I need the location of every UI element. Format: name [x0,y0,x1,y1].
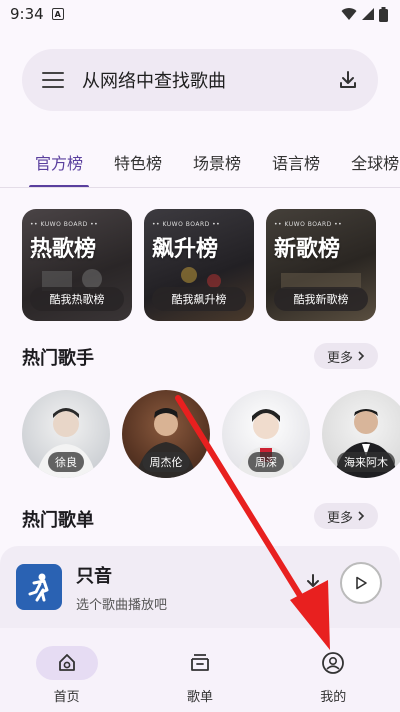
singer-name: 周杰伦 [142,452,190,472]
singer-avatar[interactable]: 海来阿木 [322,390,400,478]
singer-avatar[interactable]: 周杰伦 [122,390,210,478]
app-logo-icon [28,573,49,602]
tab-scene[interactable]: 场景榜 [193,140,241,187]
home-icon [58,654,75,671]
play-icon [356,576,367,590]
chart-brand: •• KUWO BOARD •• [30,221,99,228]
nav-icon-wrap [35,646,98,680]
singer-avatar[interactable]: 徐良 [22,390,110,478]
singer-name: 徐良 [48,452,84,472]
chart-card-new[interactable]: •• KUWO BOARD •• 新歌榜 酷我新歌榜 [266,209,376,321]
chart-title: 飙升榜 [152,237,219,262]
download-icon[interactable] [336,68,360,92]
chart-brand: •• KUWO BOARD •• [152,221,221,228]
singer-avatar[interactable]: 周深 [222,390,310,478]
nav-home[interactable]: 首页 [22,646,112,705]
nav-label: 首页 [53,690,80,705]
nav-label: 歌单 [186,690,213,705]
player-hint: 选个歌曲播放吧 [76,597,168,613]
play-button[interactable] [340,562,382,604]
singer-name: 周深 [248,452,284,472]
nav-icon-wrap [169,646,231,680]
player-cover [16,564,62,610]
chart-title: 新歌榜 [274,237,341,262]
chevron-right-icon [358,511,365,521]
tab-official[interactable]: 官方榜 [28,140,90,187]
chart-card-hot[interactable]: •• KUWO BOARD •• 热歌榜 酷我热歌榜 [22,209,132,321]
nav-label: 我的 [320,690,347,705]
chart-card-rising[interactable]: •• KUWO BOARD •• 飙升榜 酷我飙升榜 [144,209,254,321]
chart-open-button[interactable]: 酷我新歌榜 [274,287,368,311]
nav-icon-wrap [302,646,364,680]
bottom-navigation: 首页 歌单 我的 [0,628,400,712]
wifi-icon [341,8,357,20]
hot-playlists-title: 热门歌单 [22,510,94,531]
chart-open-button[interactable]: 酷我飙升榜 [152,287,246,311]
download-icon[interactable] [302,572,324,594]
profile-icon [322,652,345,674]
chevron-right-icon [358,351,365,361]
more-label: 更多 [326,510,353,526]
chart-title: 热歌榜 [30,237,97,262]
singer-name: 海来阿木 [337,452,395,472]
tab-featured[interactable]: 特色榜 [114,140,162,187]
chart-brand: •• KUWO BOARD •• [274,221,343,228]
signal-icon [362,8,374,20]
player-song-title: 只音 [76,565,112,587]
more-label: 更多 [326,350,353,366]
nav-playlist[interactable]: 歌单 [155,646,245,705]
tab-language[interactable]: 语言榜 [272,140,320,187]
system-icons [341,6,388,22]
chart-cards: •• KUWO BOARD •• 热歌榜 酷我热歌榜 •• KUWO BOARD… [22,209,400,321]
hot-singers-list: 徐良 周杰伦 周深 海来阿木 [22,390,400,490]
status-time: 9:34 [10,5,44,23]
hot-singers-title: 热门歌手 [22,348,94,369]
hot-singers-more-button[interactable]: 更多 [314,343,378,369]
menu-icon[interactable] [42,72,64,88]
battery-icon [379,6,388,22]
search-bar[interactable]: 从网络中查找歌曲 [22,49,378,111]
player-info: 只音 选个歌曲播放吧 [76,562,167,613]
chart-open-button[interactable]: 酷我热歌榜 [30,287,124,311]
status-bar: 9:34 A [0,0,400,28]
chart-category-tabs: 官方榜 特色榜 场景榜 语言榜 全球榜 [0,140,400,188]
mini-player[interactable]: 只音 选个歌曲播放吧 [0,546,400,628]
hot-playlists-more-button[interactable]: 更多 [314,503,378,529]
search-placeholder[interactable]: 从网络中查找歌曲 [82,67,336,93]
nav-profile[interactable]: 我的 [288,646,378,705]
playlist-icon [191,654,209,671]
tab-global[interactable]: 全球榜 [351,140,399,187]
a-icon: A [51,8,64,20]
